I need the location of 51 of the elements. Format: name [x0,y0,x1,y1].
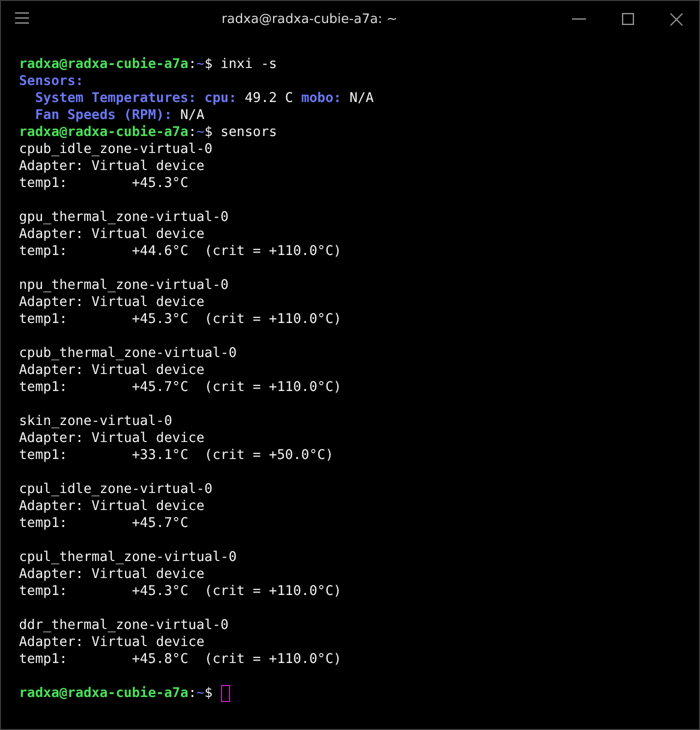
output-text: npu_thermal_zone-virtual-0 [19,277,229,294]
output-text: skin_zone-virtual-0 [19,413,172,430]
output-text: temp1: +45.3°C [19,175,188,192]
prompt-symbol: $ [204,56,212,73]
prompt-colon: : [188,56,196,73]
prompt-colon: : [188,685,196,702]
prompt-symbol: $ [204,124,212,141]
output-text: Adapter: Virtual device [19,158,204,175]
output-text: cpub_thermal_zone-virtual-0 [19,345,237,362]
output-text: cpub_idle_zone-virtual-0 [19,141,212,158]
output-text: N/A [179,107,204,124]
output-text: 49.2 C [244,90,294,107]
output-text: Adapter: Virtual device [19,294,204,311]
output-text: gpu_thermal_zone-virtual-0 [19,209,229,226]
output-text: temp1: +45.8°C (crit = +110.0°C) [19,651,342,668]
output-text: cpul_thermal_zone-virtual-0 [19,549,237,566]
output-label: cpu: [203,90,237,107]
output-text: Adapter: Virtual device [19,430,204,447]
output-text: Adapter: Virtual device [19,362,204,379]
output-text: Adapter: Virtual device [19,498,204,515]
command-text: inxi -s [220,56,277,73]
output-text: temp1: +45.3°C (crit = +110.0°C) [19,583,342,600]
output-text: Adapter: Virtual device [19,226,204,243]
output-text: Adapter: Virtual device [19,634,204,651]
output-text: cpul_idle_zone-virtual-0 [19,481,212,498]
output-text: temp1: +45.3°C (crit = +110.0°C) [19,311,342,328]
prompt-path: ~ [196,56,204,73]
prompt-user-host: radxa@radxa-cubie-a7a [19,685,188,702]
output-label: Fan Speeds (RPM): [34,107,172,124]
prompt-path: ~ [196,685,204,702]
output-label: Sensors: [19,73,84,90]
prompt-symbol: $ [204,685,212,702]
output-text: temp1: +45.7°C (crit = +110.0°C) [19,379,342,396]
output-label: System Temperatures: [34,90,196,107]
menu-icon[interactable] [15,12,29,24]
output-text: N/A [348,90,374,107]
command-text: sensors [220,124,277,141]
close-icon[interactable] [670,12,683,26]
maximize-icon[interactable] [622,13,634,25]
output-text: ddr_thermal_zone-virtual-0 [19,617,229,634]
prompt-user-host: radxa@radxa-cubie-a7a [19,124,188,141]
output-text: temp1: +33.1°C (crit = +50.0°C) [19,447,334,464]
output-text: temp1: +45.7°C [19,515,188,532]
prompt-user-host: radxa@radxa-cubie-a7a [19,56,188,73]
output-text: Adapter: Virtual device [19,566,204,583]
prompt-colon: : [188,124,196,141]
window-title: radxa@radxa-cubie-a7a: ~ [220,12,398,26]
prompt-path: ~ [196,124,204,141]
output-text: temp1: +44.6°C (crit = +110.0°C) [19,243,342,260]
output-label: mobo: [301,90,342,107]
minimize-icon[interactable] [572,18,586,20]
